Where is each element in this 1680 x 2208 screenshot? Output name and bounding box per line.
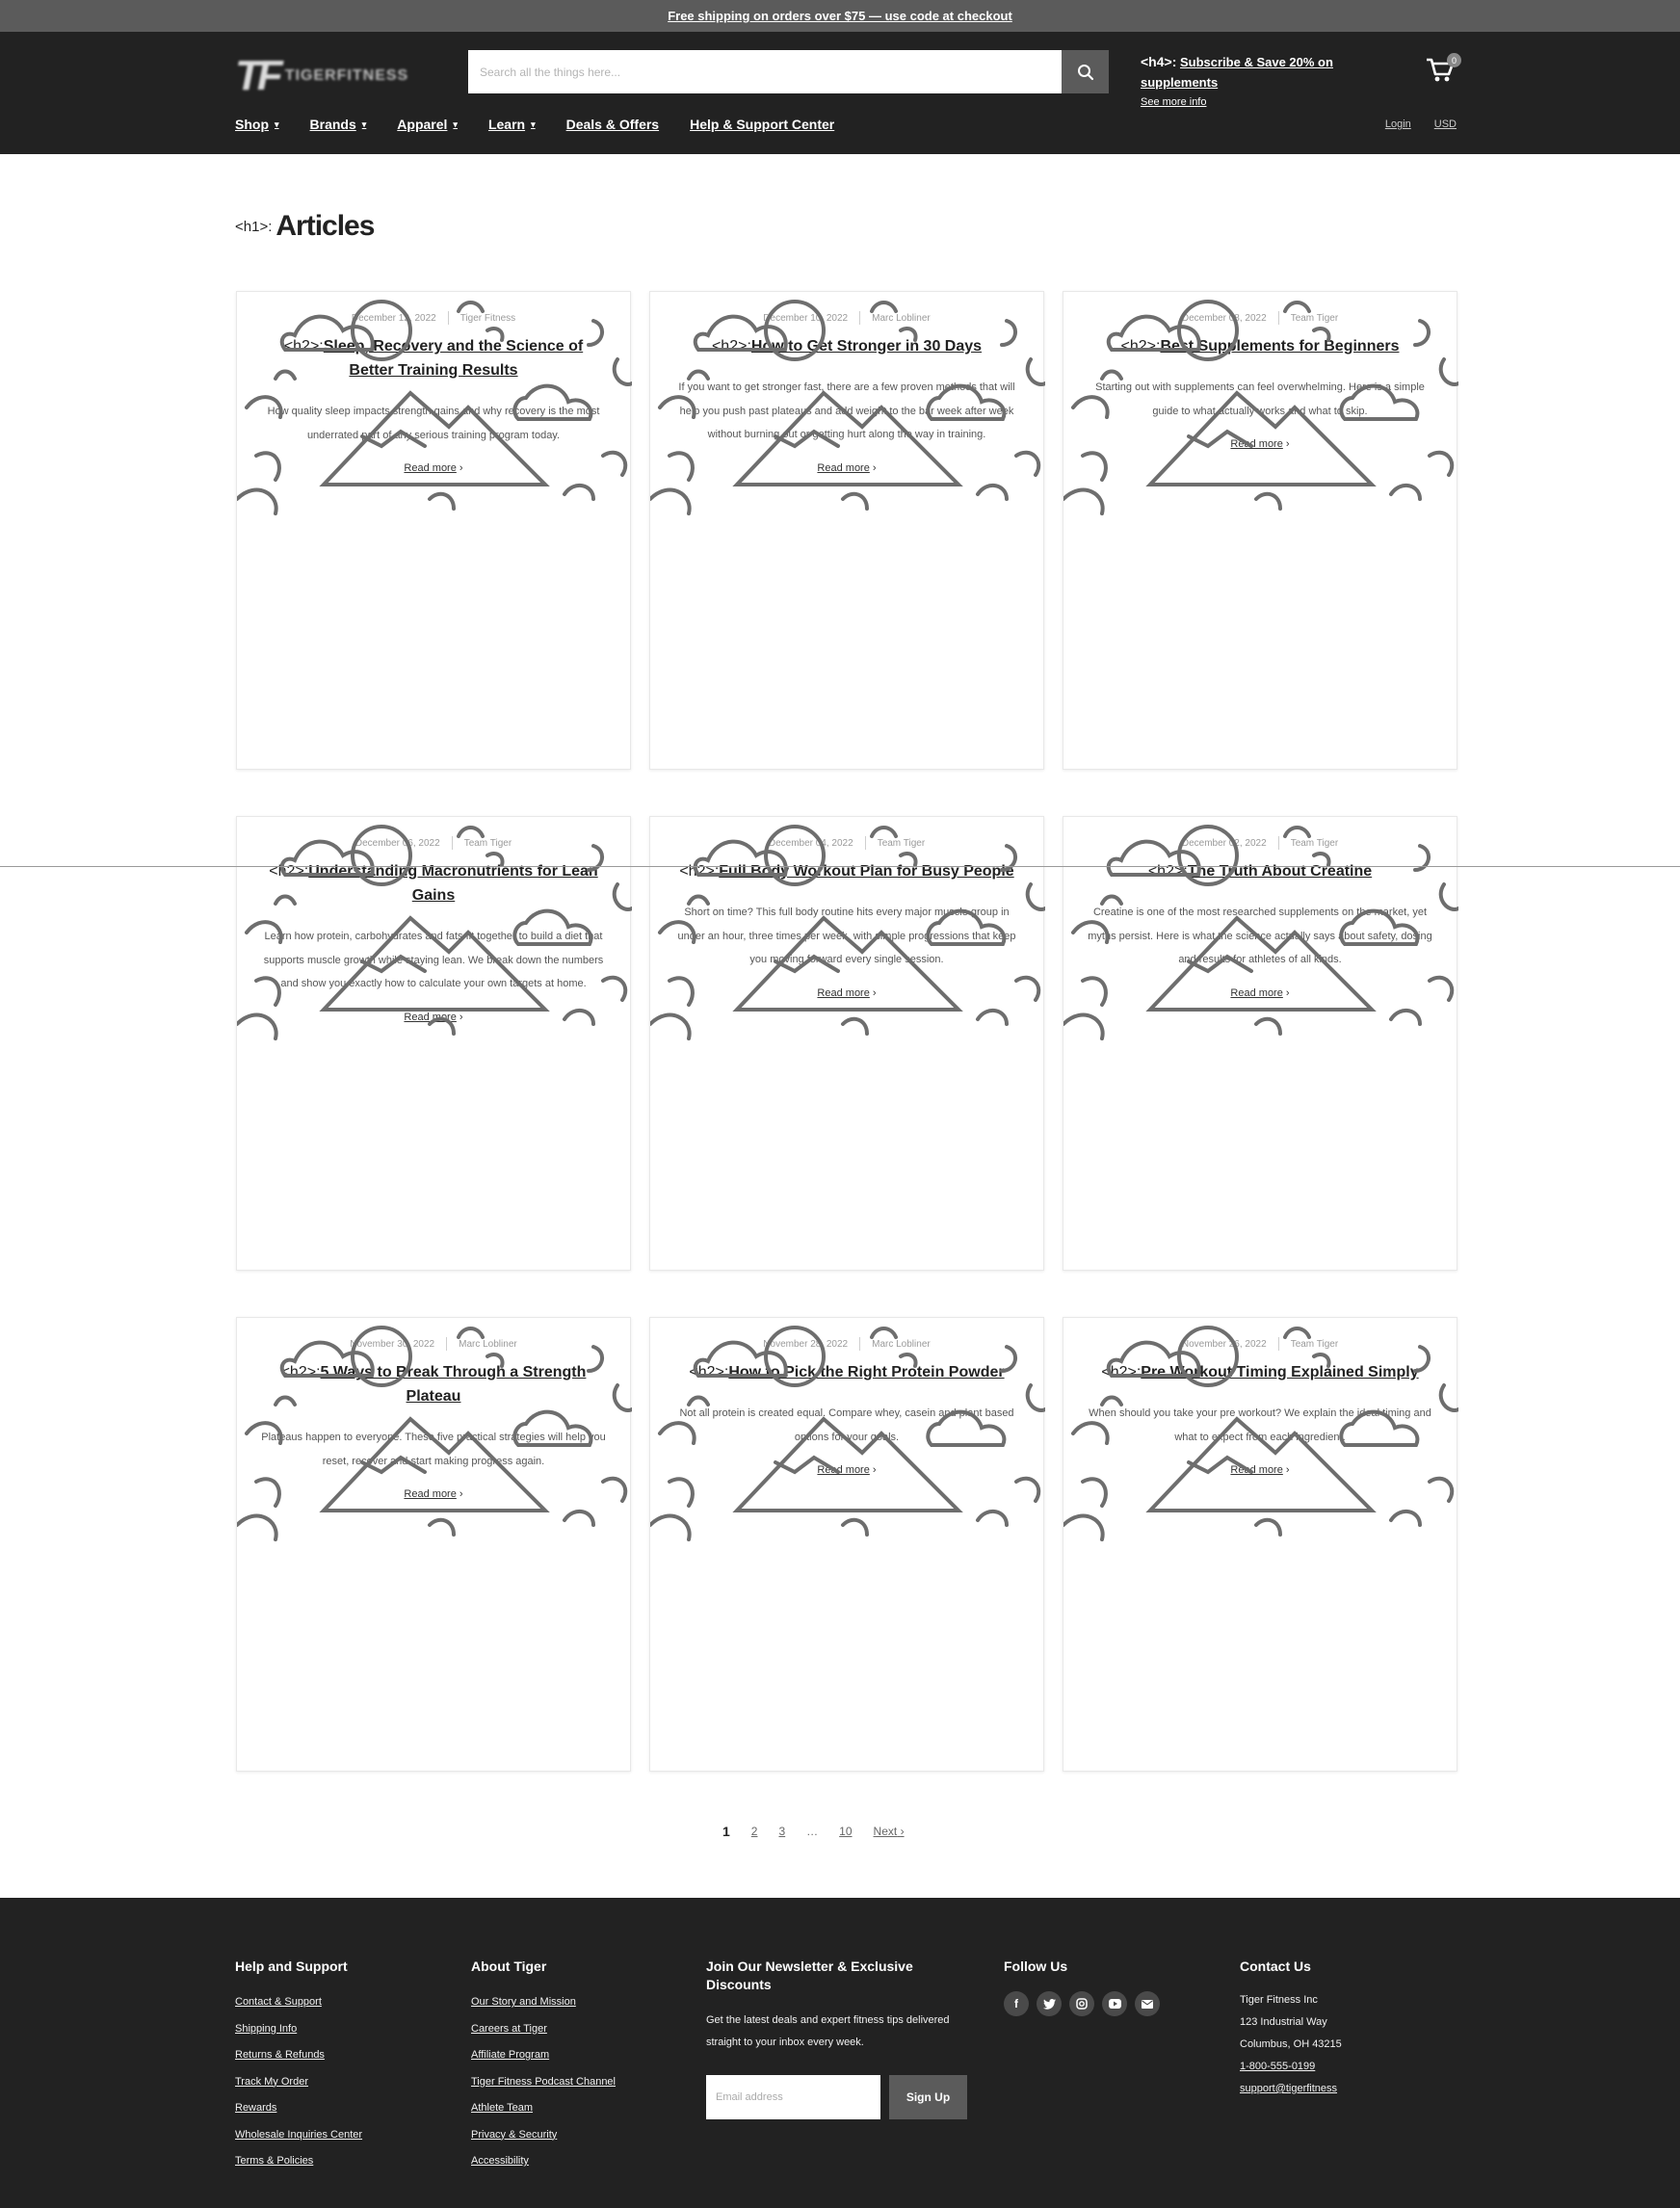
nav-label: Help & Support Center bbox=[690, 117, 835, 132]
promo-sublink[interactable]: See more info bbox=[1141, 92, 1372, 113]
contact-line: Columbus, OH 43215 bbox=[1240, 2038, 1342, 2050]
footer-link[interactable]: Athlete Team bbox=[471, 2095, 664, 2122]
nav-label: Learn bbox=[487, 117, 526, 132]
footer-col-about: About Tiger Our Story and Mission Career… bbox=[471, 1958, 664, 2175]
site-header: TF TIGERFITNESS <h4>: Subscribe & Save 2… bbox=[0, 32, 1680, 154]
footer-link[interactable]: Accessibility bbox=[471, 2148, 664, 2175]
nav-label: Deals & Offers bbox=[565, 117, 660, 132]
announcement-bar: Free shipping on orders over $75 — use c… bbox=[0, 0, 1680, 32]
site-footer: Help and Support Contact & Support Shipp… bbox=[0, 1898, 1680, 2208]
search-button[interactable] bbox=[1062, 50, 1109, 93]
nav-item-shop[interactable]: Shop ▾ bbox=[235, 117, 279, 132]
footer-heading: Contact Us bbox=[1240, 1958, 1311, 1974]
article-card: November 28, 2022 Marc Lobliner <h2>:How… bbox=[649, 1317, 1045, 1772]
nav-label: Brands bbox=[309, 117, 356, 132]
footer-col-social: Follow Us f bbox=[1004, 1958, 1196, 2016]
contact-email[interactable]: support@tigerfitness bbox=[1240, 2078, 1432, 2100]
page-title: <h1>: Articles bbox=[235, 210, 375, 243]
nav-label: Shop bbox=[235, 117, 269, 132]
footer-col-newsletter: Join Our Newsletter & Exclusive Discount… bbox=[706, 1958, 976, 2119]
article-card: December 08, 2022 Team Tiger <h2>:Best S… bbox=[1063, 291, 1458, 770]
header-account-nav: Login USD bbox=[1385, 118, 1457, 130]
twitter-icon[interactable] bbox=[1037, 1991, 1062, 2016]
header-promo: <h4>: Subscribe & Save 20% on supplement… bbox=[1141, 52, 1372, 113]
article-card: November 30, 2022 Marc Lobliner <h2>:5 W… bbox=[236, 1317, 632, 1772]
login-link[interactable]: Login bbox=[1385, 118, 1411, 130]
newsletter-submit-button[interactable]: Sign Up bbox=[889, 2075, 967, 2119]
footer-link[interactable]: Careers at Tiger bbox=[471, 2016, 664, 2043]
pagination: 1 2 3 … 10 Next › bbox=[722, 1824, 905, 1839]
currency-selector[interactable]: USD bbox=[1434, 118, 1457, 130]
page-title-tag: <h1>: bbox=[235, 218, 273, 235]
next-page-link[interactable]: Next › bbox=[874, 1825, 905, 1838]
social-links: f bbox=[1004, 1991, 1196, 2016]
footer-link[interactable]: Our Story and Mission bbox=[471, 1989, 664, 2016]
instagram-icon[interactable] bbox=[1069, 1991, 1094, 2016]
nav-item-learn[interactable]: Learn ▾ bbox=[488, 117, 536, 132]
footer-col-help: Help and Support Contact & Support Shipp… bbox=[235, 1958, 428, 2175]
footer-heading: About Tiger bbox=[471, 1958, 547, 1974]
footer-col-contact: Contact Us Tiger Fitness Inc 123 Industr… bbox=[1240, 1958, 1432, 2100]
horizontal-rule bbox=[0, 866, 1680, 867]
contact-line: 123 Industrial Way bbox=[1240, 2016, 1327, 2028]
footer-link[interactable]: Privacy & Security bbox=[471, 2122, 664, 2149]
footer-link[interactable]: Rewards bbox=[235, 2095, 428, 2122]
email-icon[interactable] bbox=[1135, 1991, 1160, 2016]
promo-tag: <h4>: bbox=[1141, 54, 1177, 69]
article-card: December 04, 2022 Team Tiger <h2>:Full B… bbox=[649, 816, 1045, 1271]
nav-label: Apparel bbox=[397, 117, 448, 132]
nav-item-deals[interactable]: Deals & Offers bbox=[566, 117, 659, 132]
page-current: 1 bbox=[722, 1824, 730, 1839]
footer-link[interactable]: Wholesale Inquiries Center bbox=[235, 2122, 428, 2149]
nav-item-apparel[interactable]: Apparel ▾ bbox=[397, 117, 458, 132]
footer-link[interactable]: Tiger Fitness Podcast Channel bbox=[471, 2069, 664, 2096]
footer-link[interactable]: Track My Order bbox=[235, 2069, 428, 2096]
article-card: December 10, 2022 Marc Lobliner <h2>:How… bbox=[649, 291, 1045, 770]
chevron-down-icon: ▾ bbox=[453, 118, 458, 129]
chevron-down-icon: ▾ bbox=[361, 118, 367, 129]
site-logo[interactable]: TF TIGERFITNESS bbox=[235, 52, 409, 99]
cart-button[interactable]: 0 bbox=[1426, 53, 1462, 92]
newsletter-email-input[interactable] bbox=[706, 2075, 880, 2119]
next-page-label: Next bbox=[873, 1825, 898, 1838]
footer-link[interactable]: Shipping Info bbox=[235, 2016, 428, 2043]
announcement-text[interactable]: Free shipping on orders over $75 — use c… bbox=[668, 9, 1012, 23]
logo-mark: TF bbox=[235, 52, 283, 99]
footer-heading: Join Our Newsletter & Exclusive Discount… bbox=[706, 1958, 913, 1992]
search-icon bbox=[1077, 64, 1093, 80]
footer-link[interactable]: Returns & Refunds bbox=[235, 2042, 428, 2069]
page-ellipsis: … bbox=[806, 1825, 819, 1838]
search-form bbox=[468, 50, 1109, 93]
footer-link[interactable]: Contact & Support bbox=[235, 1989, 428, 2016]
chevron-right-icon: › bbox=[900, 1825, 905, 1838]
footer-heading: Follow Us bbox=[1004, 1958, 1068, 1974]
contact-line: Tiger Fitness Inc bbox=[1240, 1994, 1318, 2006]
newsletter-text: Get the latest deals and expert fitness … bbox=[706, 2014, 950, 2048]
youtube-icon[interactable] bbox=[1102, 1991, 1127, 2016]
article-card: December 06, 2022 Team Tiger <h2>:Unders… bbox=[236, 816, 632, 1271]
search-input[interactable] bbox=[468, 50, 1062, 93]
page-title-text: Articles bbox=[276, 210, 375, 242]
main-nav: Shop ▾ Brands ▾ Apparel ▾ Learn ▾ Deals & Of… bbox=[235, 117, 834, 132]
footer-link[interactable]: Affiliate Program bbox=[471, 2042, 664, 2069]
chevron-down-icon: ▾ bbox=[275, 118, 279, 129]
newsletter-form: Sign Up bbox=[706, 2075, 976, 2119]
chevron-down-icon: ▾ bbox=[531, 118, 536, 129]
page-link-last[interactable]: 10 bbox=[839, 1825, 852, 1838]
page-link[interactable]: 3 bbox=[778, 1825, 785, 1838]
page-link[interactable]: 2 bbox=[751, 1825, 758, 1838]
contact-phone[interactable]: 1-800-555-0199 bbox=[1240, 2056, 1432, 2078]
facebook-icon[interactable]: f bbox=[1004, 1991, 1029, 2016]
footer-link[interactable]: Terms & Policies bbox=[235, 2148, 428, 2175]
logo-wordmark: TIGERFITNESS bbox=[284, 67, 409, 84]
nav-item-brands[interactable]: Brands ▾ bbox=[310, 117, 367, 132]
footer-heading: Help and Support bbox=[235, 1958, 348, 1974]
article-card: December 12, 2022 Tiger Fitness <h2>:Sle… bbox=[236, 291, 632, 770]
article-card: December 02, 2022 Team Tiger <h2>:The Tr… bbox=[1063, 816, 1458, 1271]
nav-item-help[interactable]: Help & Support Center bbox=[690, 117, 834, 132]
article-card: November 26, 2022 Team Tiger <h2>:Pre Wo… bbox=[1063, 1317, 1458, 1772]
cart-count-badge: 0 bbox=[1447, 53, 1461, 67]
